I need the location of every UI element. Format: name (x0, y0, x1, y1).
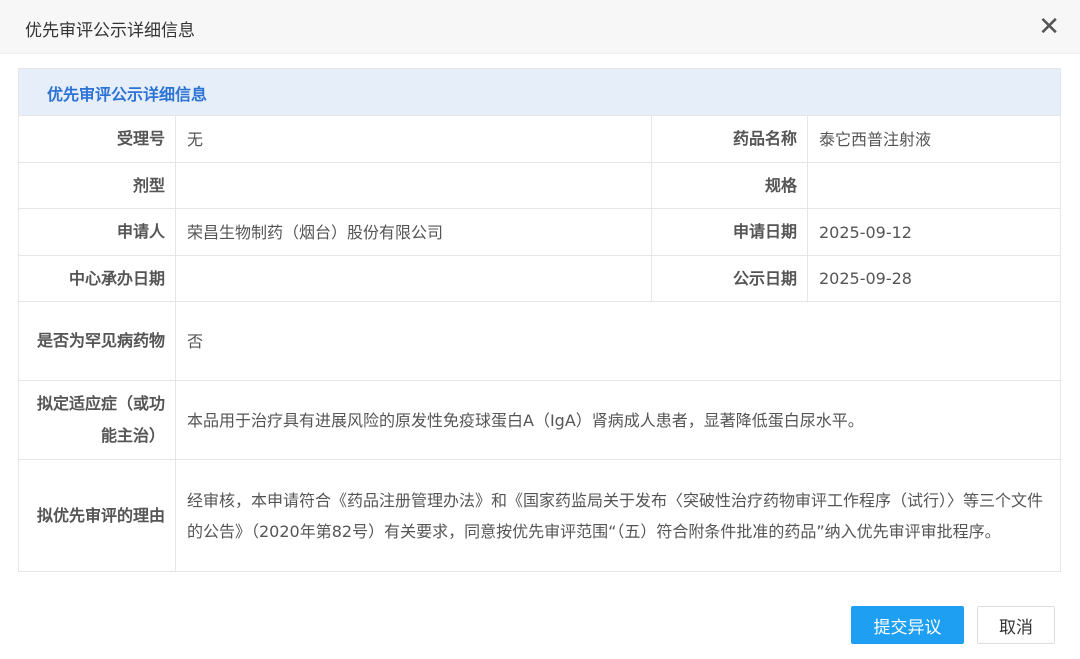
field-label: 中心承办日期 (19, 256, 176, 301)
close-icon[interactable]: ✕ (1038, 12, 1060, 42)
field-value (176, 163, 652, 208)
cancel-button[interactable]: 取消 (977, 606, 1055, 644)
field-value: 2025-09-12 (819, 222, 912, 242)
field-label: 申请日期 (652, 209, 808, 255)
field-label: 拟定适应症（或功能主治） (19, 381, 176, 459)
dialog-header: 优先审评公示详细信息 ✕ (0, 0, 1080, 54)
field-label: 申请人 (19, 209, 176, 255)
table-row: 申请人 荣昌生物制药（烟台）股份有限公司 申请日期 2025-09-12 (19, 208, 1060, 255)
field-value: 无 (176, 116, 652, 162)
field-value: 本品用于治疗具有进展风险的原发性免疫球蛋白A（IgA）肾病成人患者，显著降低蛋白… (187, 410, 864, 430)
submit-objection-button[interactable]: 提交异议 (851, 606, 964, 644)
field-value: 否 (187, 331, 204, 351)
table-row: 受理号 无 药品名称 泰它西普注射液 (19, 115, 1060, 162)
field-label: 剂型 (19, 163, 176, 208)
field-label: 公示日期 (652, 256, 808, 301)
field-label: 是否为罕见病药物 (19, 302, 176, 380)
field-label: 受理号 (19, 116, 176, 162)
field-value (808, 163, 1060, 208)
section-title: 优先审评公示详细信息 (19, 69, 1060, 115)
field-label: 规格 (652, 163, 808, 208)
field-value: 泰它西普注射液 (819, 129, 932, 149)
field-label: 药品名称 (652, 116, 808, 162)
table-row: 是否为罕见病药物 否 (19, 301, 1060, 380)
dialog-title: 优先审评公示详细信息 (25, 21, 195, 41)
table-row: 中心承办日期 公示日期 2025-09-28 (19, 255, 1060, 301)
field-value (176, 256, 652, 301)
field-value: 2025-09-28 (819, 269, 912, 288)
table-row: 剂型 规格 (19, 162, 1060, 208)
field-value: 荣昌生物制药（烟台）股份有限公司 (176, 209, 652, 255)
detail-table: 优先审评公示详细信息 受理号 无 药品名称 泰它西普注射液 剂型 规格 申请人 … (18, 68, 1061, 572)
table-row: 拟定适应症（或功能主治） 本品用于治疗具有进展风险的原发性免疫球蛋白A（IgA）… (19, 380, 1060, 459)
field-value: 经审核，本申请符合《药品注册管理办法》和《国家药监局关于发布〈突破性治疗药物审评… (187, 490, 1044, 541)
field-label: 拟优先审评的理由 (19, 460, 176, 571)
table-row: 拟优先审评的理由 经审核，本申请符合《药品注册管理办法》和《国家药监局关于发布〈… (19, 459, 1060, 571)
